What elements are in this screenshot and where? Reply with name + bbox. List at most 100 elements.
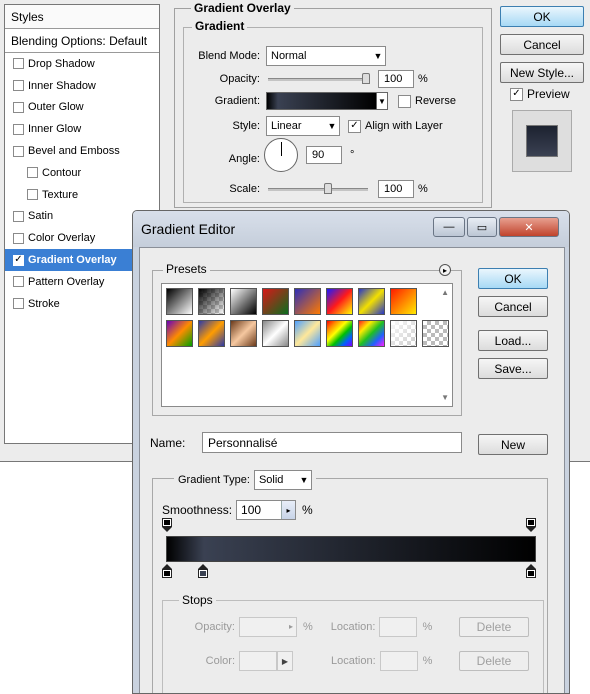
style-item-contour[interactable]: Contour bbox=[5, 162, 159, 184]
gradient-name-input[interactable]: Personnalisé bbox=[202, 432, 462, 453]
opacity-slider-thumb[interactable] bbox=[362, 72, 370, 84]
style-checkbox[interactable] bbox=[13, 276, 24, 288]
preset-swatch[interactable] bbox=[230, 288, 257, 315]
style-checkbox[interactable] bbox=[13, 123, 24, 135]
reverse-checkbox[interactable] bbox=[398, 94, 411, 108]
blend-mode-label: Blend Mode: bbox=[198, 50, 260, 62]
gradient-preview-bar[interactable] bbox=[166, 536, 536, 562]
layer-style-cancel-button[interactable]: Cancel bbox=[500, 34, 584, 55]
preset-swatch[interactable] bbox=[358, 288, 385, 315]
preset-swatch[interactable] bbox=[198, 320, 225, 347]
color-stop-1[interactable] bbox=[198, 564, 208, 578]
style-item-texture[interactable]: Texture bbox=[5, 184, 159, 206]
style-item-drop-shadow[interactable]: Drop Shadow bbox=[5, 53, 159, 75]
gradient-subgroup-title: Gradient bbox=[192, 19, 248, 33]
style-preview-box bbox=[512, 110, 572, 172]
style-item-label: Gradient Overlay bbox=[28, 254, 117, 267]
style-item-bevel-emboss[interactable]: Bevel and Emboss bbox=[5, 140, 159, 162]
gradient-overlay-group: Gradient Overlay Gradient Blend Mode: No… bbox=[174, 1, 492, 208]
layer-style-ok-button[interactable]: OK bbox=[500, 6, 584, 27]
name-label: Name: bbox=[150, 436, 186, 450]
preset-swatch[interactable] bbox=[294, 288, 321, 315]
styles-header[interactable]: Styles bbox=[5, 5, 159, 29]
chevron-down-icon[interactable]: ▼ bbox=[376, 93, 387, 109]
opacity-stop-right[interactable] bbox=[526, 518, 536, 532]
style-checkbox[interactable] bbox=[13, 101, 24, 113]
style-checkbox[interactable] bbox=[27, 167, 38, 179]
style-checkbox[interactable] bbox=[13, 298, 24, 310]
preset-swatch[interactable] bbox=[294, 320, 321, 347]
save-button[interactable]: Save... bbox=[478, 358, 548, 379]
gradient-picker[interactable]: ▼ bbox=[266, 92, 388, 110]
opacity-label: Opacity: bbox=[219, 73, 260, 85]
preset-swatch[interactable] bbox=[422, 320, 449, 347]
preset-swatch[interactable] bbox=[230, 320, 257, 347]
gradient-type-select[interactable]: Solid ▼ bbox=[253, 470, 312, 490]
preset-swatch[interactable] bbox=[166, 288, 193, 315]
maximize-icon[interactable]: ▭ bbox=[467, 217, 497, 237]
style-checkbox-checked[interactable]: ✓ bbox=[13, 254, 24, 266]
editor-ok-button[interactable]: OK bbox=[478, 268, 548, 289]
smoothness-stepper-icon[interactable]: ▸ bbox=[281, 501, 296, 519]
preset-swatch[interactable] bbox=[198, 288, 225, 315]
stop-opacity-location-label: Location: bbox=[330, 621, 376, 633]
smoothness-input[interactable]: 100 ▸ bbox=[236, 500, 297, 520]
angle-dial[interactable] bbox=[264, 138, 298, 172]
preset-swatch[interactable] bbox=[390, 320, 417, 347]
preset-swatch[interactable] bbox=[326, 288, 353, 315]
color-stop-0[interactable] bbox=[162, 564, 172, 578]
delete-color-stop-button[interactable]: Delete bbox=[459, 651, 529, 671]
preview-toggle[interactable]: ✓ Preview bbox=[510, 87, 570, 101]
color-stop-2[interactable] bbox=[526, 564, 536, 578]
style-item-inner-shadow[interactable]: Inner Shadow bbox=[5, 75, 159, 97]
load-button[interactable]: Load... bbox=[478, 330, 548, 351]
style-checkbox[interactable] bbox=[13, 58, 24, 70]
style-checkbox[interactable] bbox=[13, 210, 24, 222]
blend-mode-value: Normal bbox=[271, 50, 307, 62]
opacity-stop-left[interactable] bbox=[162, 518, 172, 532]
blend-mode-select[interactable]: Normal ▼ bbox=[266, 46, 386, 66]
gradient-editor-body: Presets ▸ ▲ ▼ OK Cancel Load... Save... … bbox=[139, 247, 565, 693]
new-gradient-button[interactable]: New bbox=[478, 434, 548, 455]
opacity-slider[interactable] bbox=[268, 72, 370, 84]
scroll-down-icon[interactable]: ▼ bbox=[441, 393, 449, 402]
editor-cancel-button[interactable]: Cancel bbox=[478, 296, 548, 317]
preset-swatch[interactable] bbox=[262, 288, 289, 315]
opacity-input[interactable]: 100 bbox=[378, 70, 414, 88]
stop-color-location-unit: % bbox=[422, 655, 433, 667]
style-checkbox[interactable] bbox=[13, 145, 24, 157]
scale-slider[interactable] bbox=[268, 182, 368, 194]
stop-opacity-location-input[interactable] bbox=[379, 617, 418, 637]
presets-menu-icon[interactable]: ▸ bbox=[439, 264, 451, 276]
delete-opacity-stop-button[interactable]: Delete bbox=[459, 617, 529, 637]
blending-options-item[interactable]: Blending Options: Default bbox=[5, 29, 159, 53]
style-checkbox[interactable] bbox=[13, 232, 24, 244]
preset-swatch[interactable] bbox=[166, 320, 193, 347]
smoothness-value: 100 bbox=[241, 503, 262, 517]
stop-opacity-input[interactable]: ▸ bbox=[239, 617, 297, 637]
style-select[interactable]: Linear ▼ bbox=[266, 116, 340, 136]
scale-slider-thumb[interactable] bbox=[324, 182, 332, 194]
new-style-button[interactable]: New Style... bbox=[500, 62, 584, 83]
style-item-inner-glow[interactable]: Inner Glow bbox=[5, 118, 159, 140]
preset-swatch[interactable] bbox=[326, 320, 353, 347]
close-icon[interactable]: ✕ bbox=[499, 217, 559, 237]
angle-input[interactable]: 90 bbox=[306, 146, 342, 164]
minimize-icon[interactable]: — bbox=[433, 217, 465, 237]
align-with-layer-checkbox[interactable]: ✓ bbox=[348, 119, 361, 133]
stop-color-location-input[interactable] bbox=[379, 651, 418, 671]
stop-opacity-stepper-icon[interactable]: ▸ bbox=[286, 618, 296, 636]
stop-color-menu-icon[interactable]: ▶ bbox=[277, 651, 293, 671]
preset-swatch[interactable] bbox=[390, 288, 417, 315]
preset-swatch[interactable] bbox=[262, 320, 289, 347]
preview-checkbox[interactable]: ✓ bbox=[510, 87, 523, 101]
style-preview-swatch bbox=[526, 125, 558, 157]
style-checkbox[interactable] bbox=[13, 80, 24, 92]
opacity-stop-pointer bbox=[162, 527, 172, 532]
style-checkbox[interactable] bbox=[27, 189, 38, 201]
preset-swatch[interactable] bbox=[358, 320, 385, 347]
scroll-up-icon[interactable]: ▲ bbox=[441, 288, 449, 297]
stop-color-swatch[interactable] bbox=[239, 651, 277, 671]
style-item-outer-glow[interactable]: Outer Glow bbox=[5, 97, 159, 119]
scale-input[interactable]: 100 bbox=[378, 180, 414, 198]
